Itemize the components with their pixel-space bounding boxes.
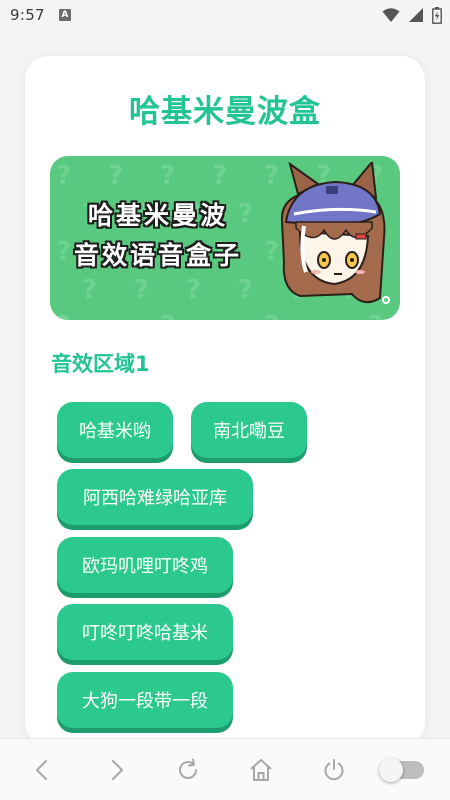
sfx-button-1[interactable]: 哈基米哟	[57, 402, 173, 458]
sfx-button-3[interactable]: 阿西哈难绿哈亚库	[57, 469, 253, 525]
svg-text:?: ?	[56, 161, 71, 191]
sfx-button-5[interactable]: 叮咚叮咚哈基米	[57, 604, 233, 660]
home-icon[interactable]	[248, 757, 274, 783]
main-card: 哈基米曼波盒 ??????? ?????? ??????? ?????? ???…	[25, 56, 425, 746]
svg-text:?: ?	[82, 275, 97, 305]
bottom-nav	[0, 738, 450, 800]
svg-text:?: ?	[212, 161, 227, 191]
chibi-character-illustration	[280, 162, 390, 304]
wifi-icon	[382, 8, 400, 22]
forward-icon[interactable]	[103, 757, 129, 783]
svg-text:?: ?	[186, 275, 201, 305]
toggle-knob	[379, 758, 403, 782]
sfx-button-4[interactable]: 欧玛叽哩叮咚鸡	[57, 537, 233, 593]
sfx-button-6[interactable]: 大狗一段带一段	[57, 672, 233, 728]
toggle-switch[interactable]	[379, 758, 424, 782]
refresh-icon[interactable]	[175, 757, 201, 783]
svg-text:?: ?	[134, 275, 149, 305]
status-time: 9:57	[10, 6, 45, 24]
sfx-button-2[interactable]: 南北嘞豆	[191, 402, 307, 458]
notification-icon: A	[58, 9, 71, 21]
svg-text:?: ?	[108, 161, 123, 191]
back-icon[interactable]	[30, 757, 56, 783]
svg-text:?: ?	[160, 161, 175, 191]
signal-icon	[409, 8, 423, 22]
section-title: 音效区域1	[51, 352, 150, 376]
banner-line-2: 音效语音盒子	[73, 241, 242, 270]
banner: ??????? ?????? ??????? ?????? ???? 哈基米曼波…	[50, 156, 400, 320]
app-title: 哈基米曼波盒	[129, 94, 321, 130]
svg-text:?: ?	[56, 311, 71, 320]
status-bar: 9:57 A	[0, 0, 450, 30]
svg-text:?: ?	[160, 311, 175, 320]
battery-charging-icon	[432, 6, 442, 24]
banner-line-1: 哈基米曼波	[87, 201, 228, 230]
banner-text: 哈基米曼波 音效语音盒子	[58, 196, 258, 276]
status-icons	[382, 6, 442, 24]
svg-text:?: ?	[238, 275, 253, 305]
power-icon[interactable]	[321, 757, 347, 783]
